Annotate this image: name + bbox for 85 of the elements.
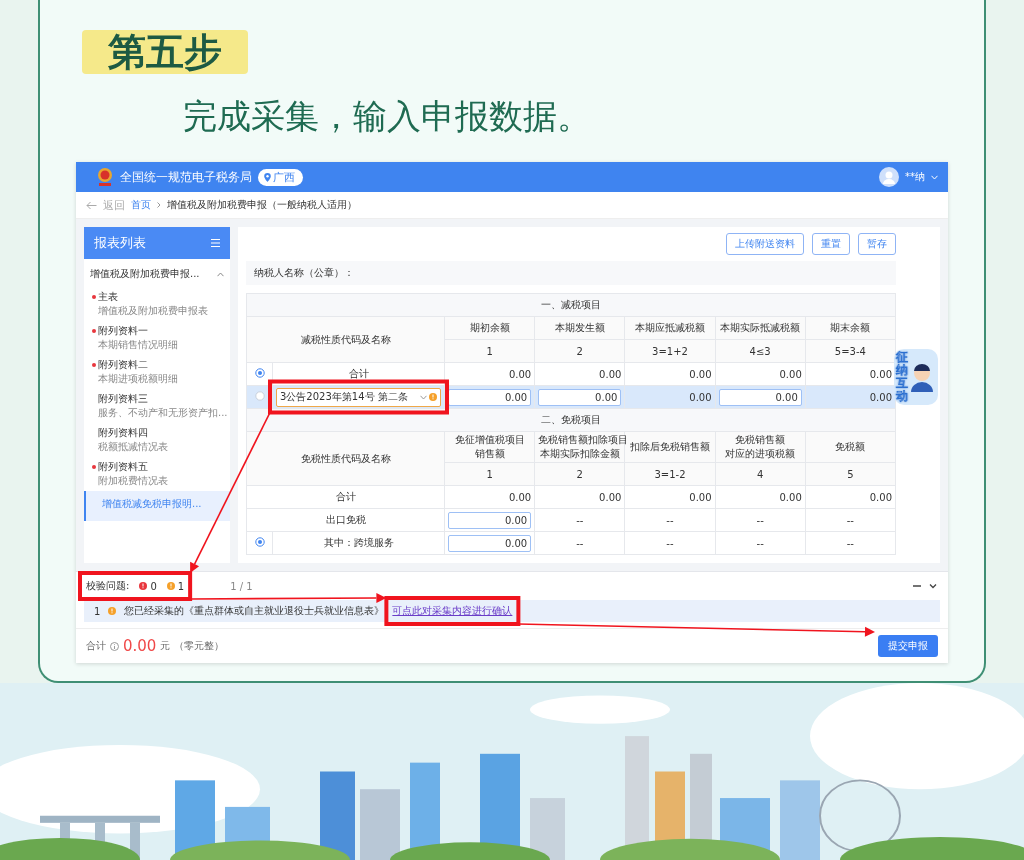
item-subtitle: 附加税费情况表 [97, 474, 169, 488]
table-cell: -- [624, 508, 716, 532]
item-subtitle: 本期销售情况明细 [97, 338, 179, 352]
site-title: 全国统一规范电子税务局 [120, 168, 252, 186]
column-header: 免征增值税项目 销售额 [444, 431, 535, 463]
item-title: 主表 [98, 290, 118, 304]
table-cell: -- [534, 531, 625, 555]
breadcrumb-link[interactable]: 首页 [131, 198, 151, 212]
table-row[interactable]: 其中：跨境服务 0.00 -- -- -- -- [246, 531, 896, 555]
sidebar-title: 报表列表 [94, 234, 146, 252]
item-subtitle: 本期进项税额明细 [97, 372, 179, 386]
table-row[interactable]: 合计 0.00 0.00 0.00 0.00 0.00 [246, 485, 896, 509]
table-cell: 0.00 [534, 485, 625, 509]
sidebar-item[interactable]: 附列资料四 税额抵减情况表 [84, 423, 230, 457]
confirm-link[interactable]: 可点此对采集内容进行确认 [392, 604, 513, 618]
table-cell: 0.00 [805, 485, 896, 509]
column-header: 免税销售额扣除项目 本期实际扣除金额 [534, 431, 625, 463]
table-cell: -- [805, 531, 896, 555]
message-text: 您已经采集的《重点群体或自主就业退役士兵就业信息表》 [124, 604, 385, 618]
taxpayer-label: 纳税人名称（公章）： [246, 261, 896, 285]
item-title: 附列资料五 [98, 460, 148, 474]
amount-input[interactable]: 0.00 [448, 534, 532, 552]
sidebar-group[interactable]: 增值税及附加税费申报... [84, 259, 230, 287]
breadcrumb-current: 增值税及附加税费申报（一般纳税人适用） [167, 198, 357, 212]
item-title: 增值税减免税申报明... [102, 497, 202, 511]
table-cell: 0.00 [624, 485, 716, 509]
warning-count: 1 [177, 580, 185, 592]
amount-input[interactable]: 0.00 [538, 388, 622, 406]
table-cell: 0.00 [534, 362, 625, 386]
item-title: 附列资料一 [98, 324, 148, 338]
table-cell: 0.00 [715, 362, 806, 386]
sidebar-item[interactable]: 附列资料三 服务、不动产和无形资产扣... [84, 389, 230, 423]
error-count: 0 [150, 580, 157, 592]
total-amount: 0.00 [123, 637, 157, 655]
column-header: 免税额 [805, 431, 896, 463]
table-cell: 合计 [272, 362, 445, 386]
column-header: 减税性质代码及名称 [246, 316, 445, 363]
page-indicator: 1 / 1 [230, 580, 253, 592]
column-header: 免税性质代码及名称 [246, 431, 445, 486]
amount-in-words: （零元整） [174, 639, 225, 653]
table-cell: -- [715, 508, 806, 532]
table-cell: 0.00 [624, 362, 716, 386]
sidebar-item[interactable]: 附列资料一 本期销售情况明细 [84, 321, 230, 355]
currency-unit: 元 [160, 639, 171, 653]
table-cell: 其中：跨境服务 [272, 531, 445, 555]
toolbar-button[interactable]: 上传附送资料 [726, 233, 804, 255]
table-cell: -- [715, 531, 806, 555]
step-title: 第五步 [82, 30, 248, 74]
table-cell: 合计 [246, 485, 445, 509]
assistant-label: 征纳互动 [896, 350, 908, 404]
table-cell: 0.00 [444, 485, 535, 509]
column-header: 免税销售额 对应的进项税额 [715, 431, 806, 463]
item-title: 附列资料三 [98, 392, 148, 406]
item-title: 附列资料二 [98, 358, 148, 372]
dropdown-field[interactable]: 3公告2023年第14号 第二条 [276, 387, 441, 407]
amount-input[interactable]: 0.00 [448, 388, 532, 406]
toolbar-button[interactable]: 暂存 [858, 233, 896, 255]
sidebar-item[interactable]: 主表 增值税及附加税费申报表 [84, 287, 230, 321]
amount-input[interactable]: 0.00 [718, 388, 802, 406]
table-row[interactable]: 出口免税 0.00 -- -- -- -- [246, 508, 896, 532]
item-subtitle: 增值税及附加税费申报表 [97, 304, 209, 318]
item-title: 附列资料四 [98, 426, 148, 440]
submit-button[interactable]: 提交申报 [878, 635, 938, 657]
toolbar-button[interactable]: 重置 [812, 233, 850, 255]
step-description: 完成采集，输入申报数据。 [183, 95, 592, 138]
table-row[interactable]: 3公告2023年第14号 第二条 0.00 0.00 0.00 0.00 0.00 [246, 385, 896, 409]
table-cell: 0.00 [715, 485, 806, 509]
sidebar-item[interactable]: 附列资料二 本期进项税额明细 [84, 355, 230, 389]
sidebar-item[interactable]: 附列资料五 附加税费情况表 [84, 457, 230, 491]
user-name[interactable]: **纳 [905, 170, 925, 184]
region-selector[interactable]: 广西 [258, 168, 303, 186]
item-subtitle: 税额抵减情况表 [97, 440, 169, 454]
table-cell: -- [624, 531, 716, 555]
message-index: 1 [94, 605, 101, 617]
table-row[interactable]: 合计 0.00 0.00 0.00 0.00 0.00 [246, 362, 896, 386]
assistant-badge[interactable]: 征纳互动 [894, 349, 938, 405]
validation-label: 校验问题: [86, 579, 130, 593]
item-subtitle: 服务、不动产和无形资产扣... [97, 406, 229, 420]
table-cell: -- [534, 508, 625, 532]
section-title: 一、减税项目 [246, 293, 896, 317]
group-label: 增值税及附加税费申报... [90, 267, 200, 281]
table-cell: -- [805, 508, 896, 532]
amount-input[interactable]: 0.00 [448, 511, 532, 529]
table-cell: 出口免税 [246, 508, 445, 532]
total-label: 合计 [86, 639, 106, 653]
